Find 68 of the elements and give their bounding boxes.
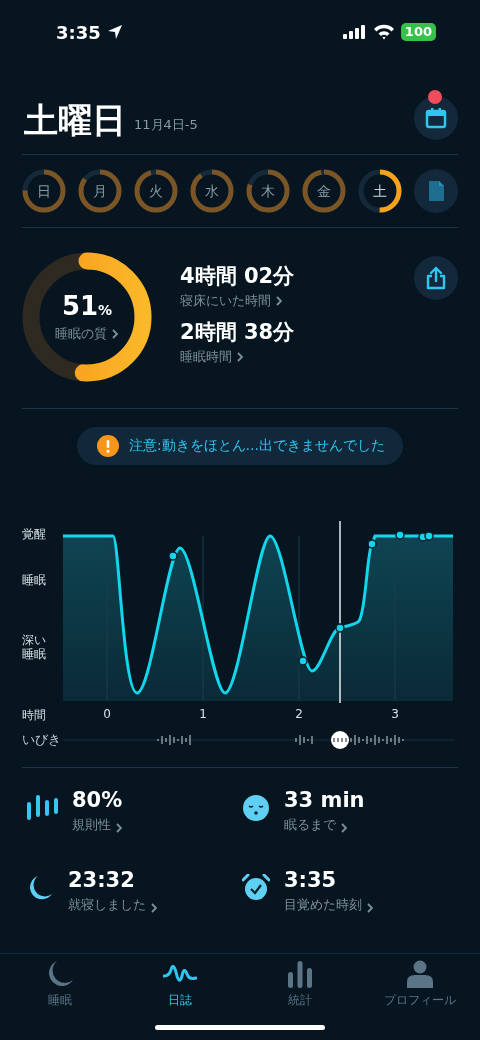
- wifi-icon: [372, 24, 395, 40]
- day-ring[interactable]: 金: [302, 169, 346, 213]
- duration-value: 4時間 02分: [180, 263, 296, 290]
- tab[interactable]: 睡眠: [0, 960, 120, 1025]
- warning-text: 注意:動きをほとん…出できませんでした: [128, 437, 386, 455]
- calendar-icon: [424, 106, 448, 130]
- axis-label: 覚醒: [22, 528, 47, 542]
- snore-label: いびき: [22, 731, 62, 749]
- event-dot: [424, 531, 434, 541]
- chevron-icon: [111, 328, 119, 340]
- report-button[interactable]: [414, 169, 458, 213]
- metric-value: 23:32: [68, 868, 136, 892]
- person-icon: [407, 960, 433, 988]
- metric-link[interactable]: 規則性: [72, 816, 123, 834]
- day-ring[interactable]: 月: [78, 169, 122, 213]
- axis-title: 時間: [22, 706, 47, 724]
- chevron-icon: [115, 822, 123, 834]
- signal-icon: [342, 25, 367, 39]
- axis-label: 睡眠: [22, 574, 47, 588]
- event-dot: [395, 530, 405, 540]
- battery-level: 100: [400, 23, 436, 41]
- tick-label: 2: [294, 707, 304, 721]
- tick-label: 0: [102, 707, 112, 721]
- sleepy-face-icon: [242, 794, 270, 822]
- quality-percentage: 51%: [61, 291, 113, 323]
- metric-link[interactable]: 就寝しました: [68, 896, 158, 914]
- event-dot: [168, 551, 178, 561]
- document-icon: [427, 180, 445, 202]
- metric-link[interactable]: 目覚めた時刻: [284, 896, 374, 914]
- chevron-icon: [150, 902, 158, 914]
- chevron-icon: [340, 822, 348, 834]
- bar-chart-icon: [287, 960, 313, 988]
- metric-value: 3:35: [284, 868, 338, 892]
- tab[interactable]: 日誌: [120, 960, 240, 1025]
- event-dot: [298, 656, 308, 666]
- status-time: 3:35: [56, 21, 101, 43]
- day-title: 土曜日: [24, 100, 126, 140]
- alarm-clock-icon: [242, 874, 270, 902]
- quality-link[interactable]: 睡眠の質: [55, 325, 119, 343]
- day-ring[interactable]: 水: [190, 169, 234, 213]
- duration-link[interactable]: 寝床にいた時間: [180, 292, 386, 310]
- day-ring[interactable]: 土: [358, 169, 402, 213]
- warning-icon: [96, 435, 119, 457]
- duration-link[interactable]: 睡眠時間: [180, 348, 386, 366]
- axis-label: 深い睡眠: [22, 634, 47, 661]
- metric-value: 33 min: [284, 788, 365, 812]
- share-button[interactable]: [414, 256, 458, 300]
- day-ring[interactable]: 火: [134, 169, 178, 213]
- tab[interactable]: 統計: [240, 960, 360, 1025]
- chevron-icon: [236, 351, 244, 363]
- event-dot: [367, 539, 377, 549]
- tick-label: 1: [198, 707, 208, 721]
- day-ring[interactable]: 日: [22, 169, 66, 213]
- calendar-button[interactable]: [414, 96, 458, 140]
- bars-icon: [26, 794, 58, 822]
- duration-value: 2時間 38分: [180, 319, 296, 346]
- location-arrow-icon: [106, 24, 123, 40]
- metric-value: 80%: [72, 788, 123, 812]
- event-dot: [335, 623, 345, 633]
- metric-link[interactable]: 眠るまで: [284, 816, 365, 834]
- day-ring[interactable]: 木: [246, 169, 290, 213]
- chevron-icon: [275, 295, 283, 307]
- warning-banner[interactable]: 注意:動きをほとん…出できませんでした: [76, 427, 404, 465]
- date-range: 11月4日-5: [134, 116, 198, 134]
- tick-label: 3: [390, 707, 400, 721]
- tab[interactable]: プロフィール: [360, 960, 480, 1025]
- share-icon: [425, 266, 447, 290]
- chevron-icon: [366, 902, 374, 914]
